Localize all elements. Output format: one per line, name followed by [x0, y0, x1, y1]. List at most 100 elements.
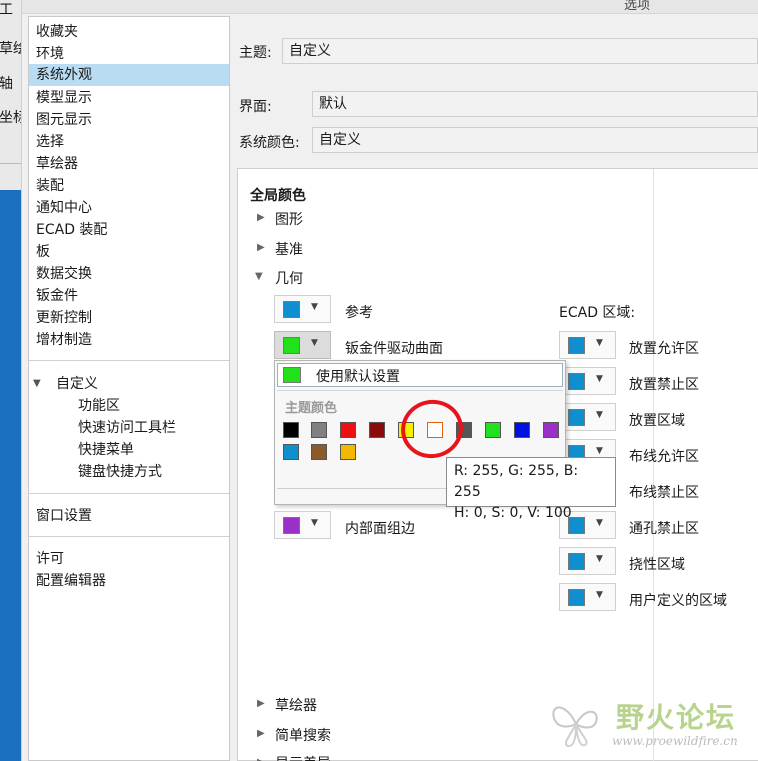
section-datum[interactable]: 基准 — [275, 239, 303, 259]
divider — [29, 493, 229, 494]
color-button-inner-quilt-edge[interactable]: ▼ — [274, 511, 331, 539]
watermark-text: 野火论坛 — [616, 701, 737, 734]
nav-item-ribbon[interactable]: 功能区 — [71, 395, 229, 417]
palette-color-black[interactable] — [283, 422, 299, 438]
chevron-down-icon: ▼ — [596, 446, 603, 456]
nav-item-update-control[interactable]: 更新控制 — [29, 307, 229, 329]
inner-quilt-edge-label: 内部面组边 — [345, 521, 415, 537]
palette-color-green[interactable] — [485, 422, 501, 438]
section-sketcher[interactable]: 草绘器 — [275, 695, 317, 715]
palette-color-dark-red[interactable] — [369, 422, 385, 438]
default-color-swatch — [283, 367, 301, 383]
tooltip-rgb: R: 255, G: 255, B: 255 — [454, 463, 579, 500]
nav-group-customize[interactable]: 自定义 — [49, 373, 229, 395]
window-title: 选项 — [623, 0, 650, 13]
nav-item-favorites[interactable]: 收藏夹 — [29, 21, 229, 43]
color-swatch — [568, 373, 585, 390]
nav-item-environment[interactable]: 环境 — [29, 43, 229, 65]
chevron-down-icon: ▼ — [311, 518, 318, 528]
use-default-label: 使用默认设置 — [316, 369, 400, 385]
ecad-place-keepin-label: 放置允许区 — [629, 341, 699, 357]
ecad-flex-region-label: 挠性区域 — [629, 557, 685, 573]
nav-item-notification-center[interactable]: 通知中心 — [29, 197, 229, 219]
theme-select[interactable]: 自定义 — [282, 38, 758, 64]
expand-triangle-icon[interactable]: ▶ — [257, 757, 265, 761]
expand-triangle-icon[interactable]: ▶ — [257, 728, 265, 739]
color-swatch — [568, 553, 585, 570]
nav-item-board[interactable]: 板 — [29, 241, 229, 263]
app-strip-label: 坐标 — [0, 110, 21, 126]
chevron-down-icon: ▼ — [596, 590, 603, 600]
chevron-down-icon: ▼ — [596, 410, 603, 420]
section-geometry[interactable]: 几何 — [275, 268, 303, 288]
sheetmetal-driving-surface-label: 钣金件驱动曲面 — [345, 341, 443, 357]
color-button-ecad-place-region[interactable]: ▼ — [559, 403, 616, 431]
palette-color-blue[interactable] — [514, 422, 530, 438]
palette-color-gold[interactable] — [340, 444, 356, 460]
nav-item-ecad-assembly[interactable]: ECAD 装配 — [29, 219, 229, 241]
theme-colors-label: 主题颜色 — [285, 401, 338, 416]
palette-color-gray[interactable] — [311, 422, 327, 438]
palette-color-brown[interactable] — [311, 444, 327, 460]
nav-item-sketcher[interactable]: 草绘器 — [29, 153, 229, 175]
palette-color-red[interactable] — [340, 422, 356, 438]
nav-item-config-editor[interactable]: 配置编辑器 — [29, 570, 229, 592]
divider — [29, 536, 229, 537]
global-colors-title: 全局颜色 — [250, 188, 306, 204]
nav-item-entity-display[interactable]: 图元显示 — [29, 109, 229, 131]
title-bar: 选项 — [22, 0, 758, 14]
app-strip-label: 轴 — [0, 76, 13, 92]
interface-select[interactable]: 默认 — [312, 91, 758, 117]
nav-item-model-display[interactable]: 模型显示 — [29, 87, 229, 109]
watermark: 野火论坛 www.proewildfire.cn — [548, 694, 758, 761]
nav-item-additive-manufacturing[interactable]: 增材制造 — [29, 329, 229, 351]
collapse-triangle-icon[interactable]: ▼ — [33, 378, 41, 389]
chevron-down-icon: ▼ — [311, 302, 318, 312]
color-swatch — [283, 337, 300, 354]
butterfly-logo-icon — [552, 706, 598, 748]
expand-triangle-icon[interactable]: ▶ — [257, 698, 265, 709]
nav-item-sheetmetal[interactable]: 钣金件 — [29, 285, 229, 307]
nav-item-assembly[interactable]: 装配 — [29, 175, 229, 197]
color-button-sheetmetal-driving-surface[interactable]: ▼ — [274, 331, 331, 359]
collapse-triangle-icon[interactable]: ▼ — [255, 271, 263, 282]
tooltip-hsv: H: 0, S: 0, V: 100 — [454, 505, 572, 521]
color-swatch — [568, 337, 585, 354]
system-color-select[interactable]: 自定义 — [312, 127, 758, 153]
options-nav-panel: 收藏夹 环境 系统外观 模型显示 图元显示 选择 草绘器 装配 通知中心 ECA… — [28, 16, 230, 761]
color-tooltip: R: 255, G: 255, B: 255 H: 0, S: 0, V: 10… — [446, 457, 616, 521]
ecad-place-keepout-label: 放置禁止区 — [629, 377, 699, 393]
nav-item-data-exchange[interactable]: 数据交换 — [29, 263, 229, 285]
interface-label: 界面: — [239, 99, 272, 115]
reference-label: 参考 — [345, 305, 373, 321]
expand-triangle-icon[interactable]: ▶ — [257, 212, 265, 223]
nav-item-window-settings[interactable]: 窗口设置 — [29, 505, 229, 527]
app-strip-label: 工 — [0, 2, 13, 18]
color-swatch — [568, 589, 585, 606]
nav-item-selection[interactable]: 选择 — [29, 131, 229, 153]
ecad-areas-title: ECAD 区域: — [559, 305, 636, 321]
watermark-url: www.proewildfire.cn — [612, 734, 738, 748]
nav-item-keyboard-shortcuts[interactable]: 键盘快捷方式 — [71, 461, 229, 483]
section-display-differences[interactable]: 显示差异 — [275, 753, 331, 761]
palette-color-purple[interactable] — [543, 422, 559, 438]
section-graphics[interactable]: 图形 — [275, 209, 303, 229]
ecad-via-keepout-label: 通孔禁止区 — [629, 521, 699, 537]
color-swatch — [568, 409, 585, 426]
color-button-ecad-user-defined-region[interactable]: ▼ — [559, 583, 616, 611]
ecad-user-defined-region-label: 用户定义的区域 — [629, 593, 727, 609]
color-button-ecad-place-keepin[interactable]: ▼ — [559, 331, 616, 359]
color-button-ecad-place-keepout[interactable]: ▼ — [559, 367, 616, 395]
expand-triangle-icon[interactable]: ▶ — [257, 242, 265, 253]
use-default-option[interactable]: 使用默认设置 — [277, 363, 563, 387]
divider — [29, 360, 229, 361]
color-button-ecad-flex-region[interactable]: ▼ — [559, 547, 616, 575]
color-button-reference[interactable]: ▼ — [274, 295, 331, 323]
nav-item-license[interactable]: 许可 — [29, 548, 229, 570]
palette-color-cyan-blue[interactable] — [283, 444, 299, 460]
section-simple-search[interactable]: 简单搜索 — [275, 725, 331, 745]
nav-item-quick-access-toolbar[interactable]: 快速访问工具栏 — [71, 417, 229, 439]
nav-item-shortcut-menu[interactable]: 快捷菜单 — [71, 439, 229, 461]
ecad-route-keepin-label: 布线允许区 — [629, 449, 699, 465]
nav-item-system-appearance[interactable]: 系统外观 — [29, 64, 229, 86]
